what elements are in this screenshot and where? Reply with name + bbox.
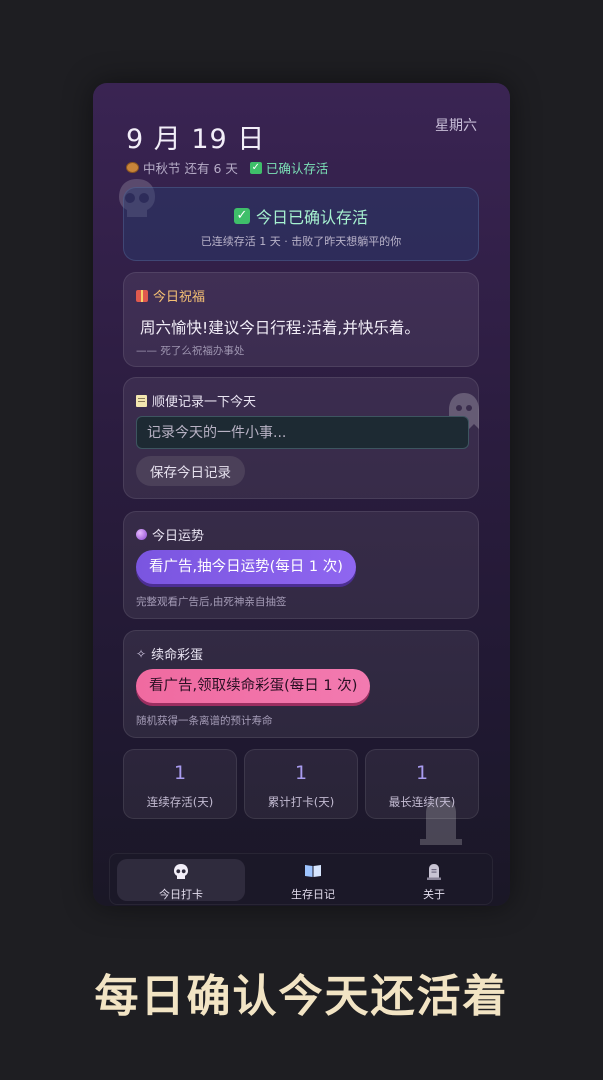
crystal-ball-icon: [136, 529, 147, 540]
tombstone-icon: [427, 864, 441, 880]
confirm-subtitle: 已连续存活 1 天 · 击败了昨天想躺平的你: [200, 235, 402, 248]
blessing-text: 周六愉快!建议今日行程:活着,并快乐着。: [140, 319, 420, 337]
tab-checkin[interactable]: 今日打卡: [117, 859, 245, 901]
note-heading: 顺便记录一下今天: [136, 391, 256, 410]
egg-footer: 随机获得一条离谱的预计寿命: [136, 715, 273, 727]
egg-heading: ✧ 续命彩蛋: [136, 644, 204, 664]
gift-icon: [136, 289, 148, 302]
confirm-alive-card: ✓ 今日已确认存活 已连续存活 1 天 · 击败了昨天想躺平的你: [123, 187, 479, 261]
app-screen: 9 月 19 日 星期六 中秋节 还有 6 天 ✓ 已确认存活 ✓ 今日已确认存…: [93, 83, 510, 906]
draw-fortune-button[interactable]: 看广告,抽今日运势(每日 1 次): [136, 550, 356, 584]
bottom-tab-bar: 今日打卡 生存日记 关于: [109, 853, 493, 905]
tab-label: 关于: [423, 888, 445, 901]
tab-label: 生存日记: [291, 888, 335, 901]
promo-slogan: 每日确认今天还活着: [94, 971, 509, 1022]
memo-icon: [136, 394, 147, 407]
fortune-card: 今日运势 看广告,抽今日运势(每日 1 次) 完整观看广告后,由死神亲自抽签: [123, 511, 479, 619]
confirm-title-text: 今日已确认存活: [255, 208, 368, 227]
note-heading-text: 顺便记录一下今天: [152, 395, 257, 410]
blessing-heading-text: 今日祝福: [153, 290, 206, 305]
daily-note-card: 顺便记录一下今天 保存今日记录: [123, 377, 479, 499]
book-icon: [305, 865, 321, 877]
festival-status-line: 中秋节 还有 6 天 ✓ 已确认存活: [126, 158, 328, 177]
mooncake-icon: [126, 162, 139, 173]
stat-label: 连续存活(天): [146, 795, 214, 809]
stat-value: 1: [173, 762, 187, 784]
tab-diary[interactable]: 生存日记: [249, 859, 377, 901]
weekday-label: 星期六: [435, 118, 477, 134]
stat-value: 1: [294, 762, 308, 784]
skull-icon: [174, 864, 188, 879]
stat-total: 1 累计打卡(天): [244, 749, 358, 819]
stat-longest: 1 最长连续(天): [365, 749, 479, 819]
stat-value: 1: [415, 762, 429, 784]
check-icon: ✓: [249, 161, 262, 174]
fortune-footer: 完整观看广告后,由死神亲自抽签: [136, 596, 287, 608]
sparkle-icon: ✧: [136, 646, 147, 661]
festival-countdown: 中秋节 还有 6 天: [143, 161, 238, 176]
alive-status: 已确认存活: [265, 161, 329, 176]
confirm-title: ✓ 今日已确认存活: [124, 204, 478, 228]
stat-streak: 1 连续存活(天): [123, 749, 237, 819]
stat-label: 最长连续(天): [388, 795, 456, 809]
egg-heading-text: 续命彩蛋: [151, 648, 204, 663]
save-note-button[interactable]: 保存今日记录: [136, 456, 245, 486]
claim-egg-button[interactable]: 看广告,领取续命彩蛋(每日 1 次): [136, 669, 371, 703]
blessing-card: 今日祝福 周六愉快!建议今日行程:活着,并快乐着。 —— 死了么祝福办事处: [123, 272, 479, 367]
lifespan-egg-card: ✧ 续命彩蛋 看广告,领取续命彩蛋(每日 1 次) 随机获得一条离谱的预计寿命: [123, 630, 479, 738]
date-label: 9 月 19 日: [126, 124, 266, 155]
tab-about[interactable]: 关于: [370, 859, 498, 901]
stat-label: 累计打卡(天): [267, 795, 335, 809]
blessing-heading: 今日祝福: [136, 286, 205, 305]
check-icon: ✓: [233, 208, 250, 224]
fortune-heading: 今日运势: [136, 525, 204, 544]
note-input[interactable]: [136, 416, 469, 449]
blessing-footer: —— 死了么祝福办事处: [136, 345, 245, 357]
fortune-heading-text: 今日运势: [152, 529, 205, 544]
tab-label: 今日打卡: [159, 888, 203, 901]
